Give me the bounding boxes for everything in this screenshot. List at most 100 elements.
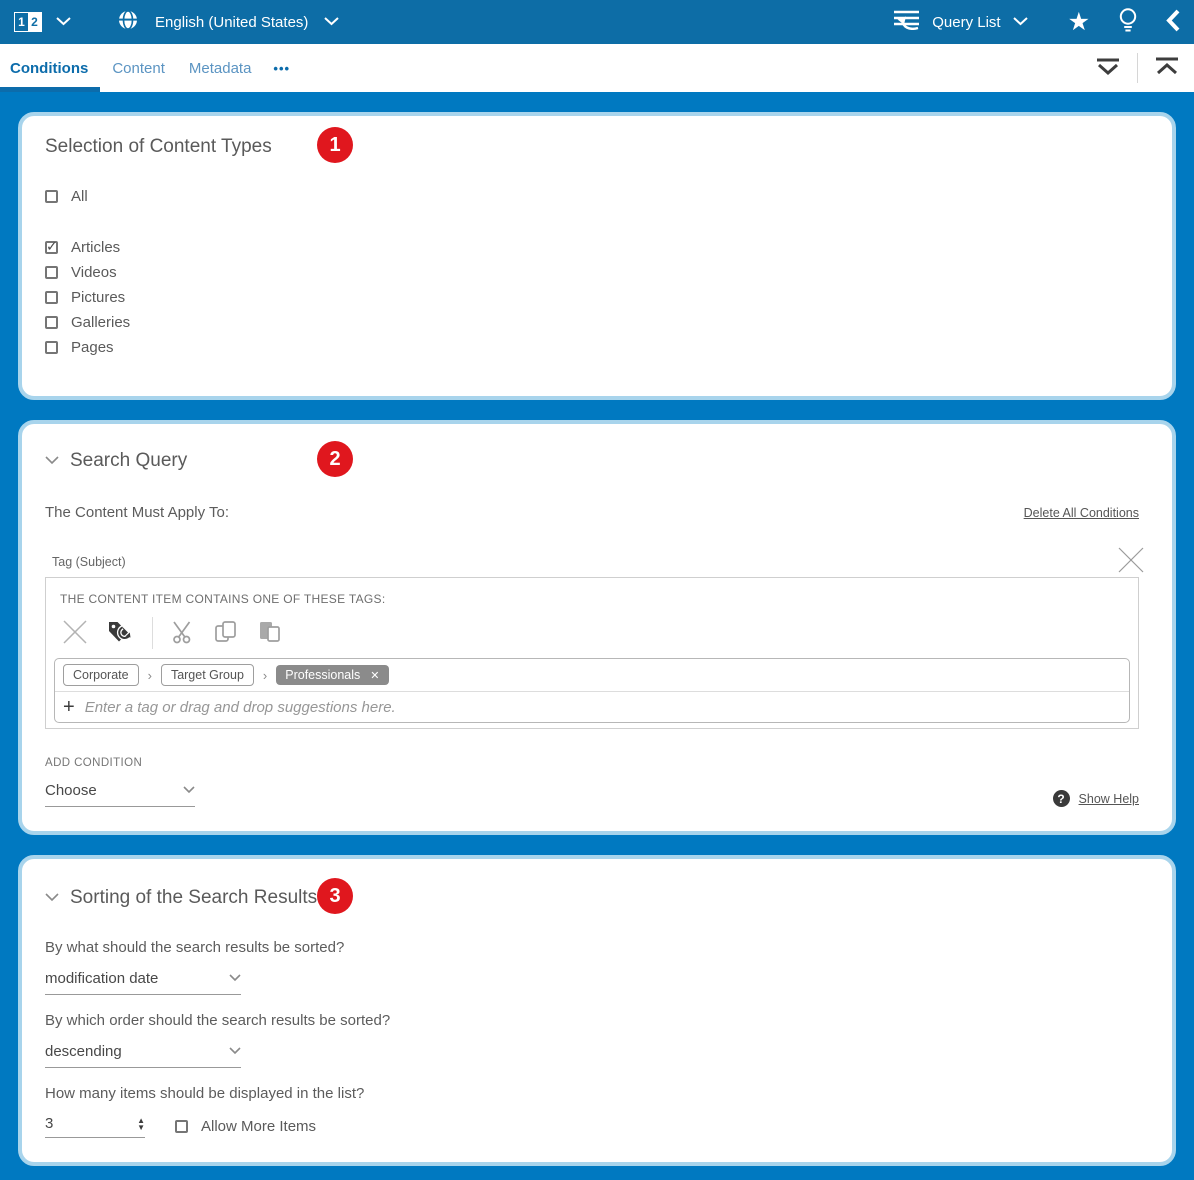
checkbox-icon [45, 241, 58, 254]
condition-block: Tag (Subject) THE CONTENT ITEM CONTAINS … [45, 555, 1139, 729]
breadcrumb-separator: › [263, 668, 267, 683]
tag-path-item[interactable]: Target Group [161, 664, 254, 686]
checkbox-icon [45, 291, 58, 304]
scissors-icon [171, 619, 195, 648]
number-stepper[interactable]: ▲ ▼ [137, 1117, 145, 1131]
condition-field-label: Tag (Subject) [52, 555, 1139, 569]
query-settings-page: Selection of Content Types 1 All Article… [0, 92, 1194, 1180]
tag-refresh-icon [106, 619, 134, 648]
page-type-selector[interactable]: Query List [893, 9, 1027, 35]
search-query-title: Search Query [70, 450, 187, 472]
chevron-down-icon [1013, 13, 1028, 31]
delete-all-conditions-link[interactable]: Delete All Conditions [1024, 506, 1139, 520]
chevron-left-icon [1166, 9, 1180, 35]
collapse-all-icon [1152, 54, 1182, 83]
divider [152, 617, 153, 649]
item-count-input[interactable] [45, 1115, 115, 1132]
show-help-link[interactable]: Show Help [1079, 792, 1139, 806]
chevron-down-icon [324, 13, 339, 31]
page-type-label: Query List [932, 14, 1000, 31]
expand-all-button[interactable] [1093, 54, 1123, 83]
tag-path-item[interactable]: Corporate [63, 664, 139, 686]
tag-breadcrumb: Corporate › Target Group › Professionals… [55, 659, 1129, 691]
replace-tag-button[interactable] [106, 619, 134, 648]
breadcrumb-separator: › [148, 668, 152, 683]
sorting-title: Sorting of the Search Results [70, 887, 317, 909]
add-tag-icon: + [63, 697, 75, 717]
sort-by-question: By what should the search results be sor… [45, 939, 1139, 956]
paste-icon [257, 619, 283, 648]
checkbox-icon [45, 190, 58, 203]
version-compare-icon: 1 2 [14, 12, 42, 32]
clear-tags-button[interactable] [62, 619, 88, 648]
chevron-down-icon [56, 13, 71, 31]
content-types-title: Selection of Content Types [45, 136, 272, 158]
remove-tag-icon[interactable]: ✕ [370, 669, 379, 682]
checkbox-galleries[interactable]: Galleries [45, 310, 1139, 335]
tab-content[interactable]: Content [100, 44, 177, 92]
add-condition-select[interactable]: Choose [45, 781, 195, 807]
version-compare-selector[interactable]: 1 2 [14, 12, 71, 32]
checkbox-articles[interactable]: Articles [45, 235, 1139, 260]
checkbox-pictures[interactable]: Pictures [45, 285, 1139, 310]
allow-more-items-checkbox[interactable]: Allow More Items [175, 1118, 316, 1135]
checkbox-all[interactable]: All [45, 184, 1139, 209]
lightbulb-icon [1118, 7, 1138, 37]
remove-condition-button[interactable] [1117, 546, 1145, 577]
language-label: English (United States) [155, 14, 308, 31]
item-count-field: ▲ ▼ [45, 1115, 145, 1138]
item-count-question: How many items should be displayed in th… [45, 1085, 1139, 1102]
close-icon [1117, 562, 1145, 577]
divider [1137, 53, 1138, 83]
section-collapse-button[interactable] [45, 889, 59, 907]
tips-button[interactable] [1118, 7, 1138, 37]
expand-all-icon [1093, 54, 1123, 83]
checkbox-icon [45, 266, 58, 279]
sort-order-select[interactable]: descending [45, 1042, 241, 1068]
collapse-all-button[interactable] [1152, 54, 1182, 83]
sort-order-question: By which order should the search results… [45, 1012, 1139, 1029]
condition-box: THE CONTENT ITEM CONTAINS ONE OF THESE T… [45, 577, 1139, 729]
tag-entry-row[interactable]: + Enter a tag or drag and drop suggestio… [55, 691, 1129, 722]
stepper-down-icon[interactable]: ▼ [137, 1124, 145, 1131]
chevron-down-icon [229, 1042, 241, 1060]
step-badge-1: 1 [317, 127, 353, 163]
tag-input-area: Corporate › Target Group › Professionals… [54, 658, 1130, 723]
top-bar: 1 2 English (United States) [0, 0, 1194, 44]
tab-bar: Conditions Content Metadata ••• [0, 44, 1194, 92]
chevron-down-icon [229, 969, 241, 987]
help-icon: ? [1053, 790, 1070, 807]
collapse-panel-button[interactable] [1166, 9, 1180, 35]
sort-by-select[interactable]: modification date [45, 969, 241, 995]
tab-metadata[interactable]: Metadata [177, 44, 264, 92]
close-icon [62, 619, 88, 648]
tab-conditions[interactable]: Conditions [0, 44, 100, 92]
query-list-icon [893, 9, 920, 35]
step-badge-2: 2 [317, 441, 353, 477]
tag-input-placeholder: Enter a tag or drag and drop suggestions… [85, 699, 396, 716]
tag-toolbar [62, 617, 1130, 649]
favorite-button[interactable]: ★ [1068, 10, 1090, 35]
copy-button[interactable] [213, 619, 239, 648]
add-condition-label: ADD CONDITION [45, 757, 1139, 769]
copy-icon [213, 619, 239, 648]
apply-to-label: The Content Must Apply To: [45, 504, 229, 521]
sorting-card: Sorting of the Search Results 3 By what … [18, 855, 1176, 1166]
content-types-card: Selection of Content Types 1 All Article… [18, 112, 1176, 400]
stepper-up-icon[interactable]: ▲ [137, 1117, 145, 1124]
search-query-card: Search Query 2 The Content Must Apply To… [18, 420, 1176, 835]
checkbox-pages[interactable]: Pages [45, 335, 1139, 360]
chevron-down-icon [183, 781, 195, 799]
language-selector[interactable]: English (United States) [117, 9, 339, 36]
checkbox-icon [45, 316, 58, 329]
cut-button[interactable] [171, 619, 195, 648]
tabs-more-button[interactable]: ••• [263, 61, 300, 76]
paste-button[interactable] [257, 619, 283, 648]
globe-icon [117, 9, 139, 36]
selected-tag-pill[interactable]: Professionals ✕ [276, 665, 388, 685]
step-badge-3: 3 [317, 878, 353, 914]
section-collapse-button[interactable] [45, 452, 59, 470]
condition-rule-label: THE CONTENT ITEM CONTAINS ONE OF THESE T… [60, 592, 1130, 606]
star-icon: ★ [1068, 10, 1090, 35]
checkbox-videos[interactable]: Videos [45, 260, 1139, 285]
